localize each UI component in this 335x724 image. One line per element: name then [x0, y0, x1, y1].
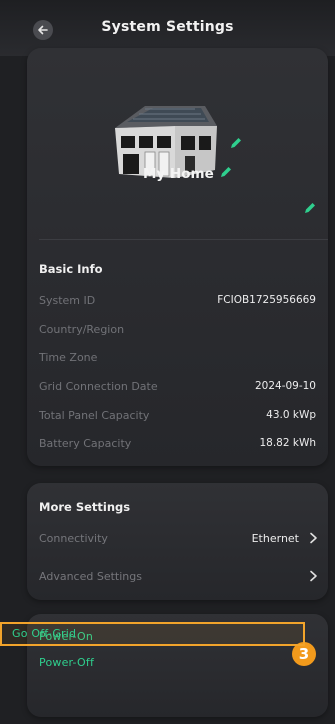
more-settings-title: More Settings	[39, 500, 131, 514]
home-name: My Home	[143, 166, 214, 182]
chevron-right-icon	[310, 532, 317, 544]
grid-connection-date-label: Grid Connection Date	[39, 379, 158, 393]
edit-home-name-pencil-icon[interactable]	[219, 165, 233, 179]
total-panel-capacity-row: Total Panel Capacity 43.0 kWp	[39, 406, 316, 424]
connectivity-value: Ethernet	[251, 531, 299, 545]
grid-connection-date-row: Grid Connection Date 2024-09-10	[39, 377, 316, 395]
more-settings-card: More Settings Connectivity Ethernet Adva…	[27, 483, 328, 600]
system-id-value: FCIOB1725956669	[217, 294, 316, 306]
grid-connection-date-value: 2024-09-10	[254, 380, 316, 392]
battery-capacity-row: Battery Capacity 18.82 kWh	[39, 434, 316, 452]
system-id-row: System ID FCIOB1725956669	[39, 291, 316, 309]
country-label: Country/Region	[39, 322, 125, 336]
connectivity-row[interactable]: Connectivity Ethernet	[39, 529, 318, 547]
edit-details-pencil-icon[interactable]	[303, 201, 317, 215]
go-off-grid-highlight[interactable]: Go Off-Grid	[0, 622, 305, 646]
basic-info-title: Basic Info	[39, 262, 103, 276]
system-card: My Home Basic Info System ID FCIOB172595…	[27, 48, 328, 466]
battery-capacity-label: Battery Capacity	[39, 436, 132, 450]
divider	[39, 239, 328, 240]
advanced-settings-label: Advanced Settings	[39, 569, 142, 583]
edit-house-image-pencil-icon[interactable]	[229, 136, 243, 150]
battery-capacity-value: 18.82 kWh	[259, 437, 316, 449]
page-title: System Settings	[101, 19, 234, 35]
advanced-settings-row[interactable]: Advanced Settings	[39, 567, 318, 585]
time-zone-label: Time Zone	[39, 350, 98, 364]
power-off-item[interactable]: Power-Off	[39, 656, 94, 669]
country-row: Country/Region	[39, 320, 316, 338]
total-panel-capacity-label: Total Panel Capacity	[39, 408, 150, 422]
system-id-label: System ID	[39, 293, 96, 307]
time-zone-row: Time Zone	[39, 348, 316, 366]
chevron-right-icon	[310, 570, 317, 582]
total-panel-capacity-value: 43.0 kWp	[266, 409, 316, 421]
connectivity-label: Connectivity	[39, 531, 108, 545]
go-off-grid-item[interactable]: Go Off-Grid	[12, 627, 76, 640]
